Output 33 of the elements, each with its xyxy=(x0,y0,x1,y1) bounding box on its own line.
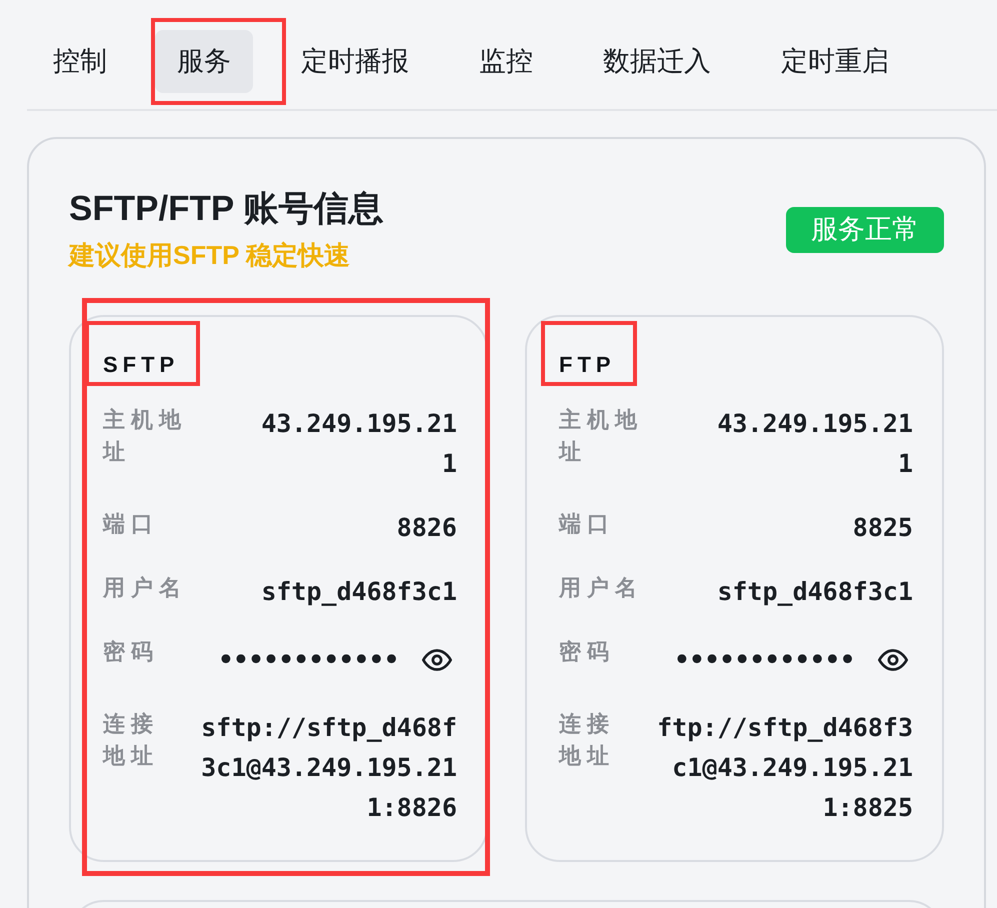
status-badge: 服务正常 xyxy=(786,206,944,252)
field-label: 端口 xyxy=(103,511,159,536)
field-label: 用户名 xyxy=(559,575,643,600)
tab[interactable]: 定时播报 xyxy=(279,30,431,93)
field-label: 端口 xyxy=(559,511,615,536)
eye-icon xyxy=(422,649,452,671)
tab[interactable]: 控制 xyxy=(31,30,129,93)
field-value: 43.249.195.211 xyxy=(261,409,457,478)
password-value: •••••••••••• xyxy=(674,644,855,676)
field-label: 连接地址 xyxy=(559,711,615,768)
field-label: 主机地址 xyxy=(559,407,643,464)
eye-icon xyxy=(878,649,908,671)
panel-subtitle: 建议使用SFTP 稳定快速 xyxy=(69,239,350,272)
field-label: 主机地址 xyxy=(103,407,187,464)
password-value: •••••••••••• xyxy=(218,644,399,676)
field-label: 密码 xyxy=(559,639,615,664)
field-value: 8825 xyxy=(852,513,913,542)
tab[interactable]: 服务 xyxy=(155,30,253,93)
panel-title: SFTP/FTP 账号信息 xyxy=(69,188,384,230)
tab[interactable]: 数据迁入 xyxy=(581,30,733,93)
field-label: 连接地址 xyxy=(103,711,159,768)
card-title: FTP xyxy=(559,351,616,379)
field-value: 43.249.195.211 xyxy=(717,409,913,478)
tab[interactable]: 定时重启 xyxy=(759,30,911,93)
field-value: 8826 xyxy=(396,513,457,542)
field-value: sftp_d468f3c1 xyxy=(717,577,913,606)
card-title: SFTP xyxy=(103,351,180,379)
field-label: 密码 xyxy=(103,639,159,664)
tab[interactable]: 监控 xyxy=(457,30,555,93)
field-value: sftp_d468f3c1 xyxy=(261,577,457,606)
connection-url: sftp://sftp_d468f3c1@43.249.195.211:8826 xyxy=(201,713,457,822)
field-label: 用户名 xyxy=(103,575,187,600)
connection-url: ftp://sftp_d468f3c1@43.249.195.211:8825 xyxy=(657,713,913,822)
